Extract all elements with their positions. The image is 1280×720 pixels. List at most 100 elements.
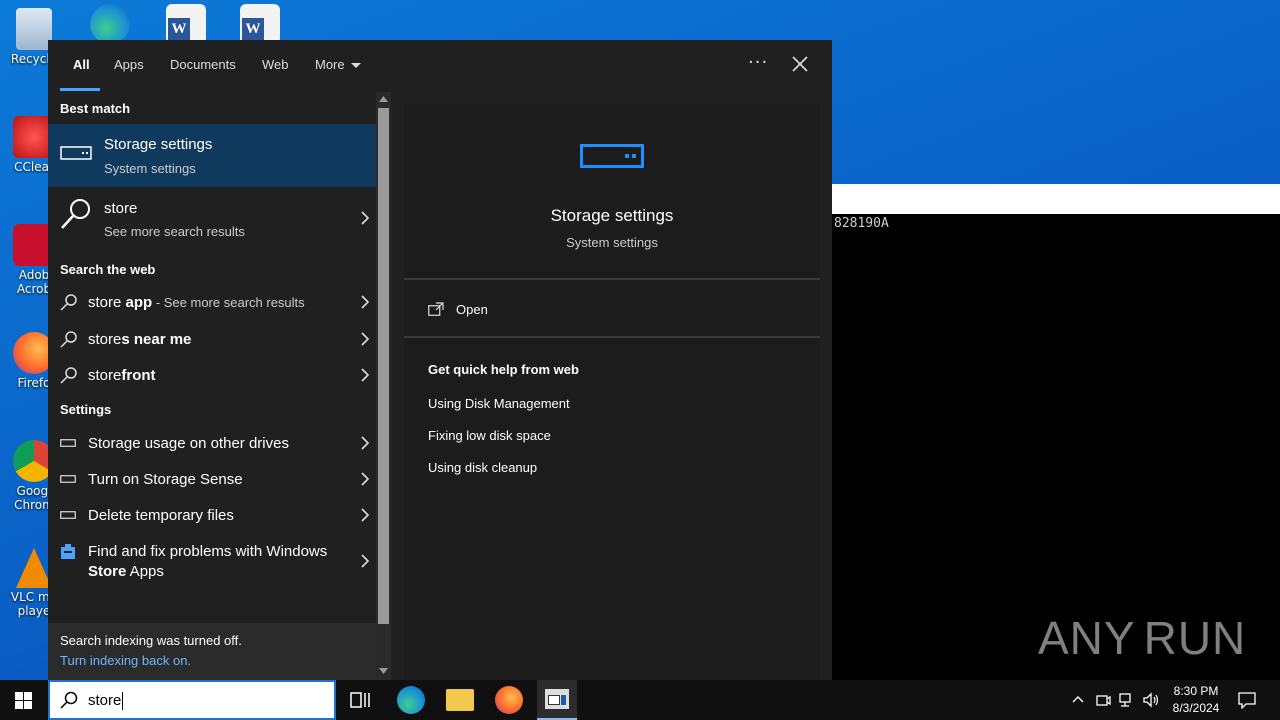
web-result-storefront[interactable]: storefront [48, 357, 376, 393]
console-taskbar-button[interactable] [537, 680, 577, 720]
open-label: Open [456, 302, 488, 317]
more-options-button[interactable]: ··· [748, 52, 768, 73]
taskbar-search-box[interactable]: store [48, 680, 336, 720]
results-list: Best match Storage settings System setti… [48, 92, 376, 680]
settings-result-label-line2: Store Apps [88, 563, 164, 580]
settings-result-label: Turn on Storage Sense [88, 471, 243, 488]
chevron-right-icon [361, 368, 370, 382]
console-app-icon [545, 689, 569, 709]
watermark-text-right: RUN [1143, 612, 1247, 664]
console-text: 828190A [834, 216, 889, 231]
taskbar: store 8:30 PM 8/3/2024 [0, 680, 1280, 720]
meet-now-icon[interactable] [1095, 692, 1111, 708]
active-tab-indicator [60, 88, 100, 91]
preview-pane: Storage settings System settings Open Ge… [404, 104, 820, 680]
drive-icon [60, 439, 76, 447]
chevron-right-icon [361, 295, 370, 309]
tab-more[interactable]: More [315, 57, 361, 72]
task-view-icon[interactable] [346, 686, 374, 714]
scroll-down-icon[interactable] [379, 668, 388, 674]
quick-link-disk-management[interactable]: Using Disk Management [428, 396, 570, 411]
scroll-thumb[interactable] [378, 108, 389, 624]
volume-icon[interactable] [1142, 692, 1160, 708]
best-match-storage-settings[interactable]: Storage settings System settings [48, 124, 376, 187]
scroll-up-icon[interactable] [379, 96, 388, 102]
quick-link-disk-cleanup[interactable]: Using disk cleanup [428, 460, 537, 475]
section-best-match: Best match [60, 101, 131, 116]
caret-down-icon [350, 63, 361, 69]
vlc-icon [16, 548, 52, 588]
notification-icon[interactable] [1238, 691, 1256, 709]
drive-icon [580, 144, 644, 168]
web-result-stores-near-me[interactable]: stores near me [48, 321, 376, 357]
firefox-taskbar-icon[interactable] [495, 686, 523, 714]
best-match-title: Storage settings [104, 136, 213, 153]
store-row-subtitle: See more search results [104, 224, 245, 239]
settings-result-delete-temp[interactable]: Delete temporary files [48, 497, 376, 533]
start-button[interactable] [0, 680, 48, 720]
web-result-prefix: store [88, 367, 122, 384]
settings-result-troubleshoot-store[interactable]: Find and fix problems with Windows Store… [48, 533, 376, 589]
web-result-bold: front [121, 367, 156, 384]
settings-result-storage-usage[interactable]: Storage usage on other drives [48, 425, 376, 461]
quick-help-heading: Get quick help from web [428, 362, 579, 377]
word-document-icon[interactable]: W [240, 4, 280, 44]
preview-title: Storage settings [550, 206, 674, 225]
watermark-text-left: ANY [1038, 612, 1136, 664]
web-result-prefix: store [88, 331, 122, 348]
troubleshoot-icon [61, 544, 75, 559]
section-settings: Settings [60, 402, 112, 417]
clock-date: 8/3/2024 [1172, 701, 1220, 715]
edge-taskbar-icon[interactable] [397, 686, 425, 714]
tab-apps[interactable]: Apps [114, 57, 144, 72]
chevron-right-icon [361, 211, 370, 225]
tab-documents[interactable]: Documents [170, 57, 236, 72]
quick-link-low-disk-space[interactable]: Fixing low disk space [428, 428, 551, 443]
close-icon[interactable] [790, 54, 810, 74]
settings-result-storage-sense[interactable]: Turn on Storage Sense [48, 461, 376, 497]
indexing-notice: Search indexing was turned off. [60, 633, 242, 648]
drive-icon [60, 146, 92, 160]
tab-all[interactable]: All [73, 57, 90, 72]
tab-more-label: More [315, 57, 345, 72]
file-explorer-icon[interactable] [446, 689, 474, 711]
results-scrollbar[interactable] [376, 92, 391, 680]
anyrun-watermark: ANY RUN [1038, 608, 1245, 668]
web-result-suffix: - See more search results [152, 295, 305, 310]
preview-subtitle: System settings [566, 235, 658, 250]
search-icon [60, 691, 78, 709]
preview-header: Storage settings System settings [404, 104, 820, 280]
windows-search-panel: All Apps Documents Web More ··· Best mat… [48, 40, 832, 680]
tab-web[interactable]: Web [262, 57, 289, 72]
windows-logo-icon [15, 692, 32, 709]
chevron-right-icon [361, 436, 370, 450]
chevron-right-icon [361, 332, 370, 346]
search-icon [60, 331, 77, 348]
turn-indexing-on-link[interactable]: Turn indexing back on. [60, 653, 191, 668]
chevron-up-icon[interactable] [1072, 695, 1084, 703]
indexing-footer: Search indexing was turned off. Turn ind… [48, 623, 376, 680]
web-result-bold: app [121, 294, 153, 311]
preview-open-action[interactable]: Open [404, 282, 820, 338]
word-document-icon[interactable]: W [166, 4, 206, 44]
settings-result-label: Delete temporary files [88, 507, 234, 524]
settings-result-bold: Store [88, 563, 127, 580]
clock-time: 8:30 PM [1173, 684, 1219, 698]
search-icon [60, 294, 77, 311]
search-icon [60, 367, 77, 384]
edge-desktop-icon[interactable] [90, 4, 130, 44]
text-caret [122, 692, 124, 711]
web-result-store-app[interactable]: store app - See more search results [48, 284, 376, 320]
chevron-right-icon [361, 508, 370, 522]
network-icon[interactable] [1118, 692, 1136, 708]
console-titlebar[interactable] [832, 184, 1280, 214]
store-search-row[interactable]: store See more search results [48, 187, 376, 249]
search-tabs: All Apps Documents Web More ··· [48, 40, 832, 92]
section-search-web: Search the web [60, 262, 156, 277]
taskbar-clock[interactable]: 8:30 PM 8/3/2024 [1164, 683, 1228, 717]
open-external-icon [428, 302, 444, 316]
web-result-bold: s near me [121, 331, 192, 348]
recycle-bin-icon [16, 8, 52, 50]
search-query: store [88, 692, 122, 709]
settings-result-label: Storage usage on other drives [88, 435, 289, 452]
